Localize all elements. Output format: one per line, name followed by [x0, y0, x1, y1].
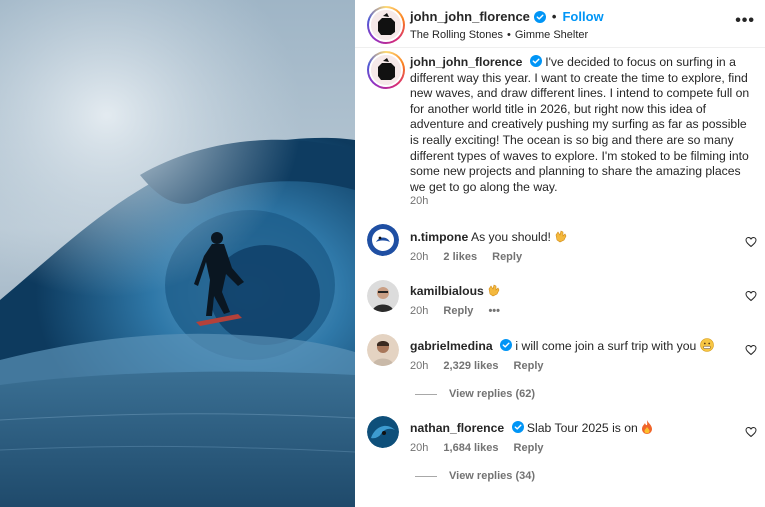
replies-line — [415, 475, 437, 477]
comment-likes[interactable]: 2,329 likes — [443, 360, 498, 372]
song-separator: • — [506, 29, 511, 41]
comment-username[interactable]: n.timpone — [410, 230, 468, 244]
comment-username[interactable]: nathan_florence — [410, 421, 504, 435]
author-username[interactable]: john_john_florence — [410, 9, 530, 24]
commenter-avatar[interactable] — [367, 416, 399, 448]
post-caption: john_john_florence I've decided to focus… — [410, 55, 752, 195]
comment-text: i will come join a surf trip with you — [515, 339, 697, 353]
post-photo — [0, 0, 355, 507]
song-title: Gimme Shelter — [514, 29, 589, 41]
clapping-hands-icon — [554, 229, 568, 246]
comment-timestamp[interactable]: 20h — [410, 442, 428, 454]
view-replies-button[interactable]: View replies (62) — [415, 388, 535, 400]
reply-button[interactable]: Reply — [492, 251, 522, 263]
author-row: john_john_florence • Follow — [410, 9, 604, 24]
verified-badge-icon — [529, 55, 542, 67]
author-avatar-image — [371, 10, 401, 40]
verified-badge-icon — [500, 339, 513, 351]
verified-badge-icon — [511, 421, 524, 433]
comment-likes[interactable]: 1,684 likes — [443, 442, 498, 454]
comment-text: Slab Tour 2025 is on — [526, 421, 638, 435]
song-artist: The Rolling Stones — [410, 29, 503, 41]
comment-meta: 20h 2,329 likes Reply — [410, 360, 556, 372]
header-divider — [355, 47, 765, 48]
commenter-avatar[interactable] — [367, 280, 399, 312]
header-separator: • — [551, 9, 557, 24]
comment-username[interactable]: gabrielmedina — [410, 339, 493, 353]
commenter-avatar-image — [367, 334, 399, 366]
view-replies-button[interactable]: View replies (34) — [415, 470, 535, 482]
reply-button[interactable]: Reply — [514, 442, 544, 454]
comment-meta: 20h 2 likes Reply — [410, 251, 534, 263]
follow-button[interactable]: Follow — [562, 9, 603, 24]
commenter-avatar-image — [367, 280, 399, 312]
like-heart-icon[interactable] — [745, 426, 757, 438]
comment-likes[interactable]: 2 likes — [443, 251, 477, 263]
comment-body: kamilbialous — [410, 283, 501, 300]
comment-body: gabrielmedina i will come join a surf tr… — [410, 338, 714, 355]
author-avatar[interactable] — [367, 6, 405, 44]
more-options-button[interactable]: ••• — [735, 12, 755, 30]
fire-icon — [641, 420, 653, 437]
clapping-hands-icon — [487, 283, 501, 300]
caption-username[interactable]: john_john_florence — [410, 55, 522, 69]
comment-more-button[interactable]: ••• — [488, 305, 500, 317]
comment-meta: 20h Reply ••• — [410, 305, 512, 317]
like-heart-icon[interactable] — [745, 236, 757, 248]
verified-badge-icon — [533, 10, 546, 23]
view-replies-label: View replies (34) — [449, 470, 536, 482]
commenter-avatar-image — [367, 416, 399, 448]
comment-body: n.timpone As you should! — [410, 229, 568, 246]
caption-author-avatar[interactable] — [367, 51, 405, 89]
post-panel: john_john_florence • Follow The Rolling … — [355, 0, 765, 507]
reply-button[interactable]: Reply — [443, 305, 473, 317]
song-info[interactable]: The Rolling Stones • Gimme Shelter — [410, 29, 588, 41]
comment-meta: 20h 1,684 likes Reply — [410, 442, 556, 454]
comment-username[interactable]: kamilbialous — [410, 284, 484, 298]
like-heart-icon[interactable] — [745, 290, 757, 302]
replies-line — [415, 393, 437, 395]
caption-timestamp[interactable]: 20h — [410, 195, 428, 207]
comment-timestamp[interactable]: 20h — [410, 251, 428, 263]
commenter-avatar[interactable] — [367, 224, 399, 256]
grimacing-face-icon — [699, 338, 714, 355]
like-heart-icon[interactable] — [745, 344, 757, 356]
view-replies-label: View replies (62) — [449, 388, 536, 400]
comment-body: nathan_florence Slab Tour 2025 is on — [410, 420, 653, 437]
surf-wave-image — [0, 0, 355, 507]
comment-text: As you should! — [470, 230, 551, 244]
commenter-avatar-image — [367, 224, 399, 256]
commenter-avatar[interactable] — [367, 334, 399, 366]
caption-avatar-image — [371, 55, 401, 85]
reply-button[interactable]: Reply — [514, 360, 544, 372]
comment-timestamp[interactable]: 20h — [410, 305, 428, 317]
caption-text: I've decided to focus on surfing in a di… — [410, 55, 750, 194]
comment-timestamp[interactable]: 20h — [410, 360, 428, 372]
